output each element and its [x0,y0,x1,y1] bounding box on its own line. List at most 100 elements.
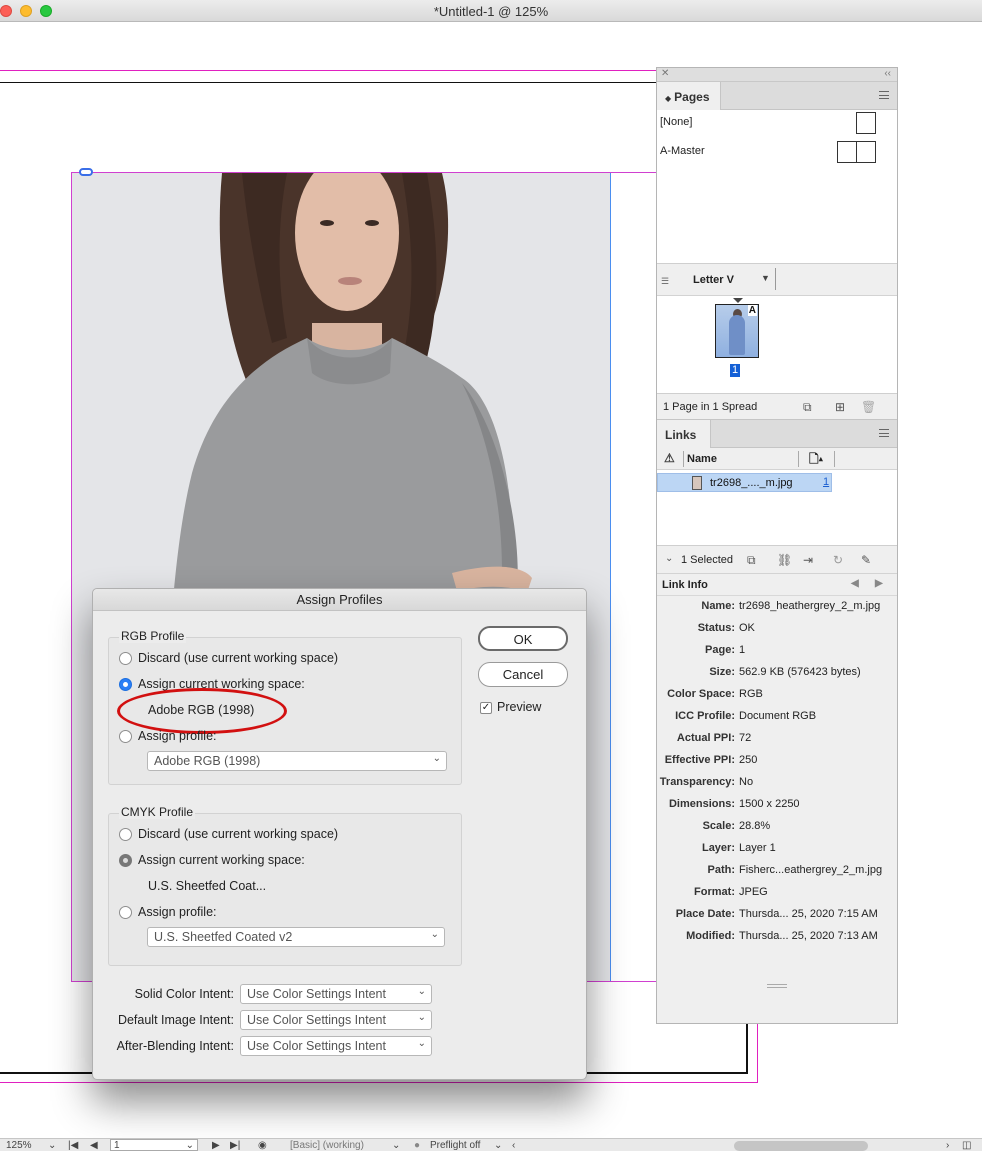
link-row[interactable]: tr2698_...._m.jpg 1 [657,473,832,492]
previous-page-icon[interactable]: ◀ [90,1140,98,1151]
links-list: tr2698_...._m.jpg 1 [657,470,897,546]
pages-spread-area: A 1 [657,296,897,394]
cmyk-assign-profile-option[interactable]: Assign profile: [119,905,217,919]
next-page-icon[interactable]: ▶ [212,1140,220,1151]
split-window-icon[interactable]: ◫ [962,1140,971,1151]
tab-links[interactable]: Links [657,420,711,448]
scroll-left-icon[interactable]: ‹ [512,1140,515,1151]
radio-button-selected[interactable] [119,678,132,691]
next-link-icon[interactable]: ▶ [875,578,883,589]
tab-arrows-icon: ◆ [665,94,672,103]
info-value: Document RGB [739,710,817,722]
new-page-icon[interactable]: ⊞ [835,400,845,414]
preview-checkbox[interactable]: ✓ [480,702,492,714]
last-page-icon[interactable]: ▶| [230,1140,240,1151]
page-thumbnail[interactable]: A [715,304,759,358]
panel-menu-icon[interactable] [879,429,889,437]
link-info-title[interactable]: Link Info [662,579,708,591]
radio-button[interactable] [119,652,132,665]
panel-menu-icon[interactable] [879,91,889,99]
page-size-label[interactable]: Letter V [693,274,734,286]
after-blending-intent-dropdown[interactable]: Use Color Settings Intent ⌄ [240,1036,432,1056]
open-page-icon[interactable]: ◉ [258,1140,267,1151]
page-edge [746,1020,748,1074]
info-row: Place Date: Thursda... 25, 2020 7:15 AM [657,908,897,924]
cmyk-profile-dropdown[interactable]: U.S. Sheetfed Coated v2 ⌄ [147,927,445,947]
zoom-level[interactable]: 125% [6,1140,32,1151]
masters-section: [None] A-Master [657,110,897,264]
info-key: Place Date: [675,908,735,920]
page-number-badge[interactable]: 1 [730,364,740,377]
tab-pages[interactable]: ◆ Pages [657,82,721,110]
trash-icon[interactable]: 🗑 [861,400,876,414]
cmyk-discard-option[interactable]: Discard (use current working space) [119,827,338,841]
default-image-intent-dropdown[interactable]: Use Color Settings Intent ⌄ [240,1010,432,1030]
chevron-down-icon[interactable]: ⌄ [494,1140,502,1151]
relink-icon[interactable]: ⛓ [777,553,792,567]
cmyk-assign-current-option[interactable]: Assign current working space: [119,853,305,867]
panel-resize-grip[interactable] [767,984,787,988]
rgb-profile-dropdown[interactable]: Adobe RGB (1998) ⌄ [147,751,447,771]
info-key: Layer: [701,842,735,854]
link-page-number[interactable]: 1 [823,476,829,488]
scroll-right-icon[interactable]: › [946,1140,949,1151]
warning-icon[interactable]: ⚠ [664,451,675,465]
dialog-title: Assign Profiles [93,589,586,611]
master-none-thumbnail[interactable] [856,112,876,134]
info-key: Transparency: [659,776,735,788]
page-field[interactable]: 1 ⌄ [110,1139,198,1151]
panel-drag-strip[interactable]: ✕ ‹‹ [657,68,897,82]
info-key: ICC Profile: [675,710,735,722]
rgb-discard-option[interactable]: Discard (use current working space) [119,651,338,665]
chevron-down-icon[interactable]: ⌄ [392,1140,400,1151]
master-none[interactable]: [None] [660,116,692,128]
after-blending-intent-value: Use Color Settings Intent [247,1039,386,1053]
radio-button[interactable] [119,906,132,919]
horizontal-scrollbar[interactable] [734,1141,868,1151]
go-to-link-icon[interactable]: ⇥ [803,553,813,567]
info-row: Actual PPI: 72 [657,732,897,748]
link-badge-icon[interactable] [79,168,93,176]
radio-button[interactable] [119,730,132,743]
master-a[interactable]: A-Master [660,145,705,157]
divider [775,268,776,290]
info-key: Name: [701,600,735,612]
info-value: tr2698_heathergrey_2_m.jpg [739,600,881,612]
master-a-right-thumbnail[interactable] [856,141,876,163]
info-value: OK [739,622,755,634]
radio-button-selected[interactable] [119,854,132,867]
color-profile-label[interactable]: [Basic] (working) [290,1140,364,1151]
solid-color-intent-dropdown[interactable]: Use Color Settings Intent ⌄ [240,984,432,1004]
chevron-down-icon[interactable]: ▼ [761,273,770,283]
edit-original-icon[interactable]: ✎ [861,553,871,567]
page-column-icon[interactable]: 🗋▴ [809,450,823,471]
rgb-assign-profile-option[interactable]: Assign profile: [119,729,217,743]
page-field-value: 1 [114,1140,120,1151]
relink-cc-icon[interactable]: ⧉ [747,553,756,568]
close-panel-icon[interactable]: ✕ [661,68,669,79]
info-key: Page: [705,644,735,656]
links-tabbar: Links [657,420,897,448]
master-a-left-thumbnail[interactable] [837,141,857,163]
bleed-guide [757,1020,758,1083]
page-size-row: ☰ Letter V ▼ [657,264,897,296]
cancel-button[interactable]: Cancel [478,662,568,687]
chevron-down-icon[interactable]: ⌄ [665,553,673,564]
name-column-header[interactable]: Name [687,453,717,465]
preflight-status[interactable]: Preflight off [430,1140,480,1151]
page-size-icon[interactable]: ⧉ [803,400,812,415]
preflight-status-icon[interactable]: ● [414,1140,420,1151]
previous-link-icon[interactable]: ◀ [851,578,859,589]
collapse-panel-icon[interactable]: ‹‹ [884,68,891,79]
applied-master-letter: A [747,305,757,316]
status-bar: 125% ⌄ |◀ ◀ 1 ⌄ ▶ ▶| ◉ [Basic] (working) … [0,1138,982,1151]
first-page-icon[interactable]: |◀ [68,1140,78,1151]
preview-label[interactable]: Preview [497,700,541,714]
chevron-down-icon[interactable]: ⌄ [48,1140,56,1151]
chevron-down-icon: ⌄ [417,986,426,997]
update-link-icon[interactable]: ↻ [833,553,843,567]
radio-button[interactable] [119,828,132,841]
rgb-profile-value: Adobe RGB (1998) [154,754,261,768]
ok-button[interactable]: OK [478,626,568,651]
info-row: Name: tr2698_heathergrey_2_m.jpg [657,600,897,616]
